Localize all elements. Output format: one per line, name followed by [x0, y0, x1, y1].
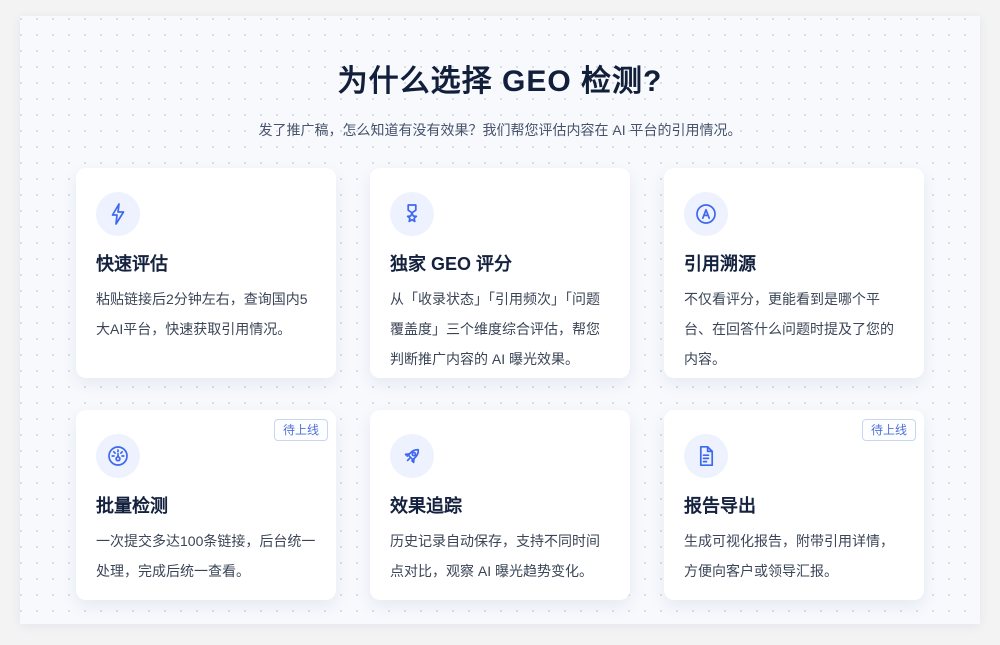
card-description: 不仅看评分，更能看到是哪个平台、在回答什么问题时提及了您的内容。 [684, 284, 904, 374]
section-header: 为什么选择 GEO 检测? 发了推广稿，怎么知道有没有效果？我们帮您评估内容在 … [20, 16, 980, 140]
document-icon [694, 444, 718, 468]
card-geo-score: 独家 GEO 评分 从「收录状态」「引用频次」「问题覆盖度」三个维度综合评估，帮… [370, 168, 630, 378]
icon-circle [684, 434, 728, 478]
card-description: 历史记录自动保存，支持不同时间点对比，观察 AI 曝光趋势变化。 [390, 526, 610, 586]
icon-circle [390, 434, 434, 478]
coming-soon-badge: 待上线 [862, 419, 916, 441]
section-subtitle: 发了推广稿，怎么知道有没有效果？我们帮您评估内容在 AI 平台的引用情况。 [20, 120, 980, 140]
rocket-icon [400, 444, 424, 468]
circled-a-icon [694, 202, 718, 226]
coming-soon-badge: 待上线 [274, 419, 328, 441]
lightning-icon [106, 202, 130, 226]
feature-cards-grid: 快速评估 粘贴链接后2分钟左右，查询国内5大AI平台，快速获取引用情况。 独家 … [76, 168, 924, 600]
card-title: 快速评估 [96, 250, 316, 276]
icon-circle [684, 192, 728, 236]
card-title: 独家 GEO 评分 [390, 250, 610, 276]
card-title: 引用溯源 [684, 250, 904, 276]
card-description: 一次提交多达100条链接，后台统一处理，完成后统一查看。 [96, 526, 316, 586]
card-title: 批量检测 [96, 492, 316, 518]
card-title: 效果追踪 [390, 492, 610, 518]
icon-circle [96, 434, 140, 478]
section-title: 为什么选择 GEO 检测? [20, 56, 980, 100]
icon-circle [390, 192, 434, 236]
gauge-icon [106, 444, 130, 468]
card-title: 报告导出 [684, 492, 904, 518]
card-citation-tracing: 引用溯源 不仅看评分，更能看到是哪个平台、在回答什么问题时提及了您的内容。 [664, 168, 924, 378]
card-description: 生成可视化报告，附带引用详情，方便向客户或领导汇报。 [684, 526, 904, 586]
card-report-export: 待上线 报告导出 生成可视化报告，附带引用详情，方便向客户或领导汇报。 [664, 410, 924, 600]
features-section: 为什么选择 GEO 检测? 发了推广稿，怎么知道有没有效果？我们帮您评估内容在 … [20, 16, 980, 624]
icon-circle [96, 192, 140, 236]
card-effect-tracking: 效果追踪 历史记录自动保存，支持不同时间点对比，观察 AI 曝光趋势变化。 [370, 410, 630, 600]
card-description: 从「收录状态」「引用频次」「问题覆盖度」三个维度综合评估，帮您判断推广内容的 A… [390, 284, 610, 374]
medal-icon [400, 202, 424, 226]
card-quick-evaluation: 快速评估 粘贴链接后2分钟左右，查询国内5大AI平台，快速获取引用情况。 [76, 168, 336, 378]
card-description: 粘贴链接后2分钟左右，查询国内5大AI平台，快速获取引用情况。 [96, 284, 316, 344]
card-batch-detection: 待上线 批量检测 一次提交多达100条链接，后台统一处理，完成后统一查看。 [76, 410, 336, 600]
